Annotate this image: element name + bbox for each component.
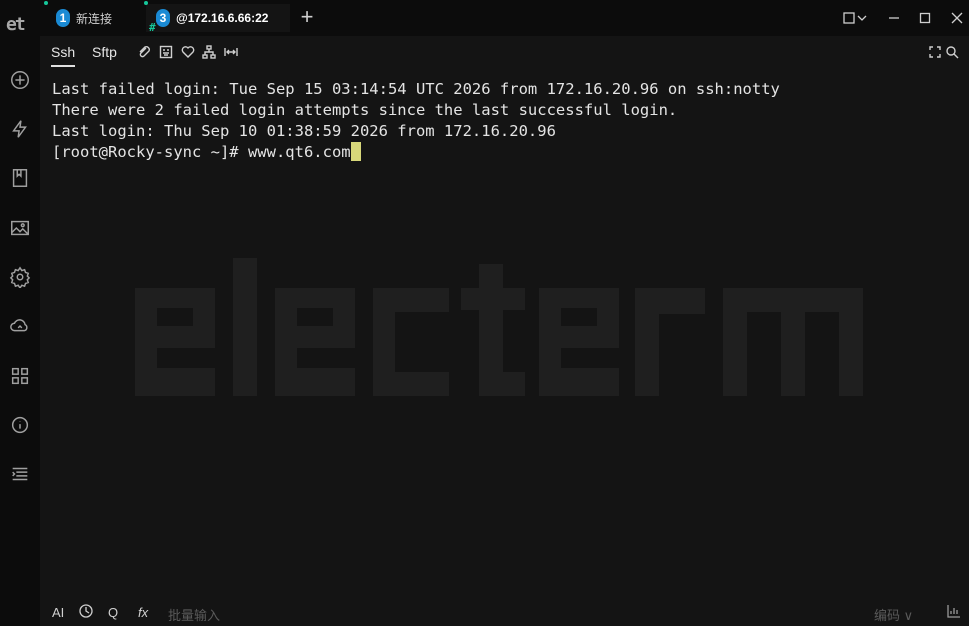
quick-command-button[interactable]: Q [108,605,118,620]
batch-input-field[interactable]: 批量输入 [168,605,220,624]
close-icon[interactable] [945,8,969,28]
tab-badge: 1 [56,9,70,27]
fx-button[interactable]: fx [138,605,148,620]
history-icon[interactable] [78,603,94,622]
minimize-icon[interactable] [882,8,906,28]
bookmark-icon[interactable] [8,166,32,190]
status-dot [44,1,48,5]
image-icon[interactable] [8,216,32,240]
tab-label: 新连接 [76,11,113,26]
gear-icon[interactable] [8,265,32,289]
search-icon[interactable] [945,45,959,59]
status-dot [144,1,148,5]
electerm-watermark: electerm [135,258,863,396]
tab-marker: # [149,21,156,34]
terminal-output[interactable]: Last failed login: Tue Sep 15 03:14:54 U… [52,79,959,163]
info-icon[interactable] [8,413,32,437]
terminal-prompt-line: [root@Rocky-sync ~]# www.qt6.com [52,142,959,163]
resize-width-icon[interactable] [224,45,238,59]
add-tab-button[interactable]: + [295,6,319,30]
tab-sftp[interactable]: Sftp [92,44,117,60]
keyboard-icon[interactable] [159,45,173,59]
tab-new-connection[interactable]: 1 新连接 [44,1,148,32]
maximize-icon[interactable] [913,8,937,28]
terminal-line: There were 2 failed login attempts since… [52,101,678,119]
tab-ssh[interactable]: Ssh [51,44,76,67]
terminal-cursor [350,142,361,161]
cloud-sync-icon[interactable] [8,314,32,338]
chart-icon[interactable] [947,604,961,621]
terminal-line: [root@Rocky-sync ~]# www.qt6.com [52,143,351,161]
heart-icon[interactable] [181,45,195,59]
window-layout-icon[interactable] [842,8,870,28]
tab-label: @172.16.6.66:22 [176,11,269,25]
app-logo: et [6,14,26,35]
grid-icon[interactable] [8,364,32,388]
tab-badge: 3 [156,9,170,27]
bolt-icon[interactable] [8,117,32,141]
terminal-line: Last failed login: Tue Sep 15 03:14:54 U… [52,80,780,98]
tab-bar: 1 新连接 # 3 @172.16.6.66:22 + [40,0,969,36]
list-icon[interactable] [8,462,32,486]
session-toolbar: Ssh Sftp [40,36,969,68]
sidebar: et [0,0,40,626]
plus-circle-icon[interactable] [8,68,32,92]
fullscreen-icon[interactable] [928,45,942,59]
bottom-bar: AI Q fx 批量输入 编码 ∨ [40,598,969,626]
encoding-select[interactable]: 编码 ∨ [874,605,913,624]
ai-button[interactable]: AI [52,605,64,620]
network-icon[interactable] [202,45,216,59]
terminal-line: Last login: Thu Sep 10 01:38:59 2026 fro… [52,122,556,140]
paperclip-icon[interactable] [137,45,151,59]
tab-ssh-session[interactable]: # 3 @172.16.6.66:22 [144,1,290,34]
